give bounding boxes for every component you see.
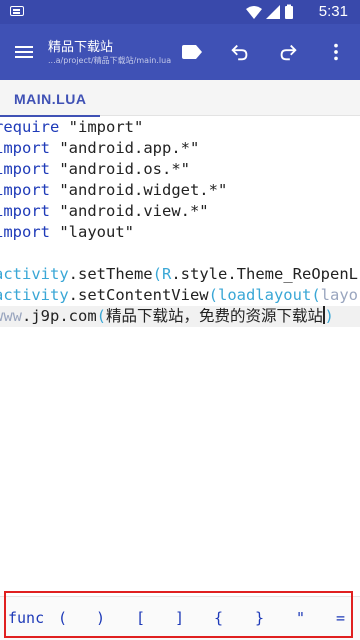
code-line[interactable]: import "android.widget.*" <box>0 180 227 201</box>
status-bar: 5:31 <box>0 0 360 24</box>
code-token: "import" <box>59 118 144 136</box>
code-token: www <box>0 307 22 325</box>
code-line[interactable]: import "android.app.*" <box>0 138 199 159</box>
code-token: "layout" <box>50 223 134 241</box>
code-line[interactable]: activity.setTheme(R.style.Theme_ReOpenL <box>0 264 358 285</box>
code-token: layo <box>320 286 358 304</box>
signal-icon <box>266 5 280 19</box>
code-token: activity <box>0 265 69 283</box>
symbol-key[interactable]: ] <box>175 609 184 627</box>
code-token: .setContentView <box>68 286 209 304</box>
code-token: import <box>0 181 50 199</box>
code-token: ) <box>324 307 334 325</box>
code-token: ( <box>152 265 162 283</box>
symbol-key[interactable]: [ <box>136 609 145 627</box>
file-path: ...a/project/精品下载站/main.lua <box>48 56 172 65</box>
code-token: import <box>0 202 50 220</box>
symbol-bar: func () [] {} " = <box>0 596 360 640</box>
code-token: "android.app.*" <box>50 139 200 157</box>
wifi-icon <box>246 6 262 19</box>
code-token: "android.widget.*" <box>50 181 228 199</box>
file-tab-bar: MAIN.LUA <box>0 80 360 117</box>
code-token: import <box>0 160 50 178</box>
more-button[interactable] <box>324 40 348 64</box>
code-token: R <box>162 265 172 283</box>
code-line[interactable]: require "import" <box>0 117 143 138</box>
symbol-key[interactable]: " <box>296 609 305 627</box>
code-editor[interactable]: require "import"import "android.app.*"im… <box>0 117 360 590</box>
symbol-key[interactable]: = <box>336 609 345 627</box>
code-token: "android.os.*" <box>50 160 190 178</box>
run-icon <box>182 45 202 59</box>
code-token: ( <box>96 307 106 325</box>
code-token: .style.Theme_ReOpenL <box>171 265 358 283</box>
redo-button[interactable] <box>276 40 300 64</box>
code-line[interactable]: activity.setContentView(loadlayout(layo <box>0 285 358 306</box>
code-token: ( <box>208 286 218 304</box>
run-button[interactable] <box>181 40 205 64</box>
status-icons <box>246 4 293 19</box>
symbol-key[interactable]: ( <box>58 609 67 627</box>
code-token: .j9p.com <box>22 307 97 325</box>
tab-main-lua[interactable]: MAIN.LUA <box>0 80 100 117</box>
symbol-key[interactable]: func <box>8 609 44 627</box>
project-title: 精品下载站 <box>48 40 114 55</box>
code-line[interactable]: import "android.os.*" <box>0 159 190 180</box>
menu-icon[interactable] <box>12 40 36 64</box>
symbol-key[interactable]: } <box>255 609 264 627</box>
code-token: .setTheme <box>68 265 153 283</box>
code-line[interactable]: import "layout" <box>0 222 134 243</box>
more-vert-icon <box>334 43 338 61</box>
symbol-key[interactable]: ) <box>96 609 105 627</box>
code-token: import <box>0 223 50 241</box>
code-token: import <box>0 139 50 157</box>
battery-icon <box>285 6 293 19</box>
code-token: 精品下载站，免费的资源下载站 <box>106 307 324 325</box>
code-token: loadlayout <box>217 286 312 304</box>
code-token: "android.view.*" <box>50 202 209 220</box>
code-token: require <box>0 118 60 136</box>
code-line[interactable]: www.j9p.com(精品下载站，免费的资源下载站) <box>0 306 360 327</box>
undo-icon <box>231 44 248 61</box>
code-token: ( <box>311 286 321 304</box>
undo-button[interactable] <box>228 40 252 64</box>
redo-icon <box>280 44 297 61</box>
code-line[interactable]: import "android.view.*" <box>0 201 209 222</box>
app-toolbar: 精品下载站 ...a/project/精品下载站/main.lua <box>0 24 360 80</box>
symbol-key[interactable]: { <box>214 609 223 627</box>
tab-label: MAIN.LUA <box>14 91 87 107</box>
status-time: 5:31 <box>318 3 348 20</box>
code-token: activity <box>0 286 69 304</box>
keyboard-icon <box>10 6 24 16</box>
